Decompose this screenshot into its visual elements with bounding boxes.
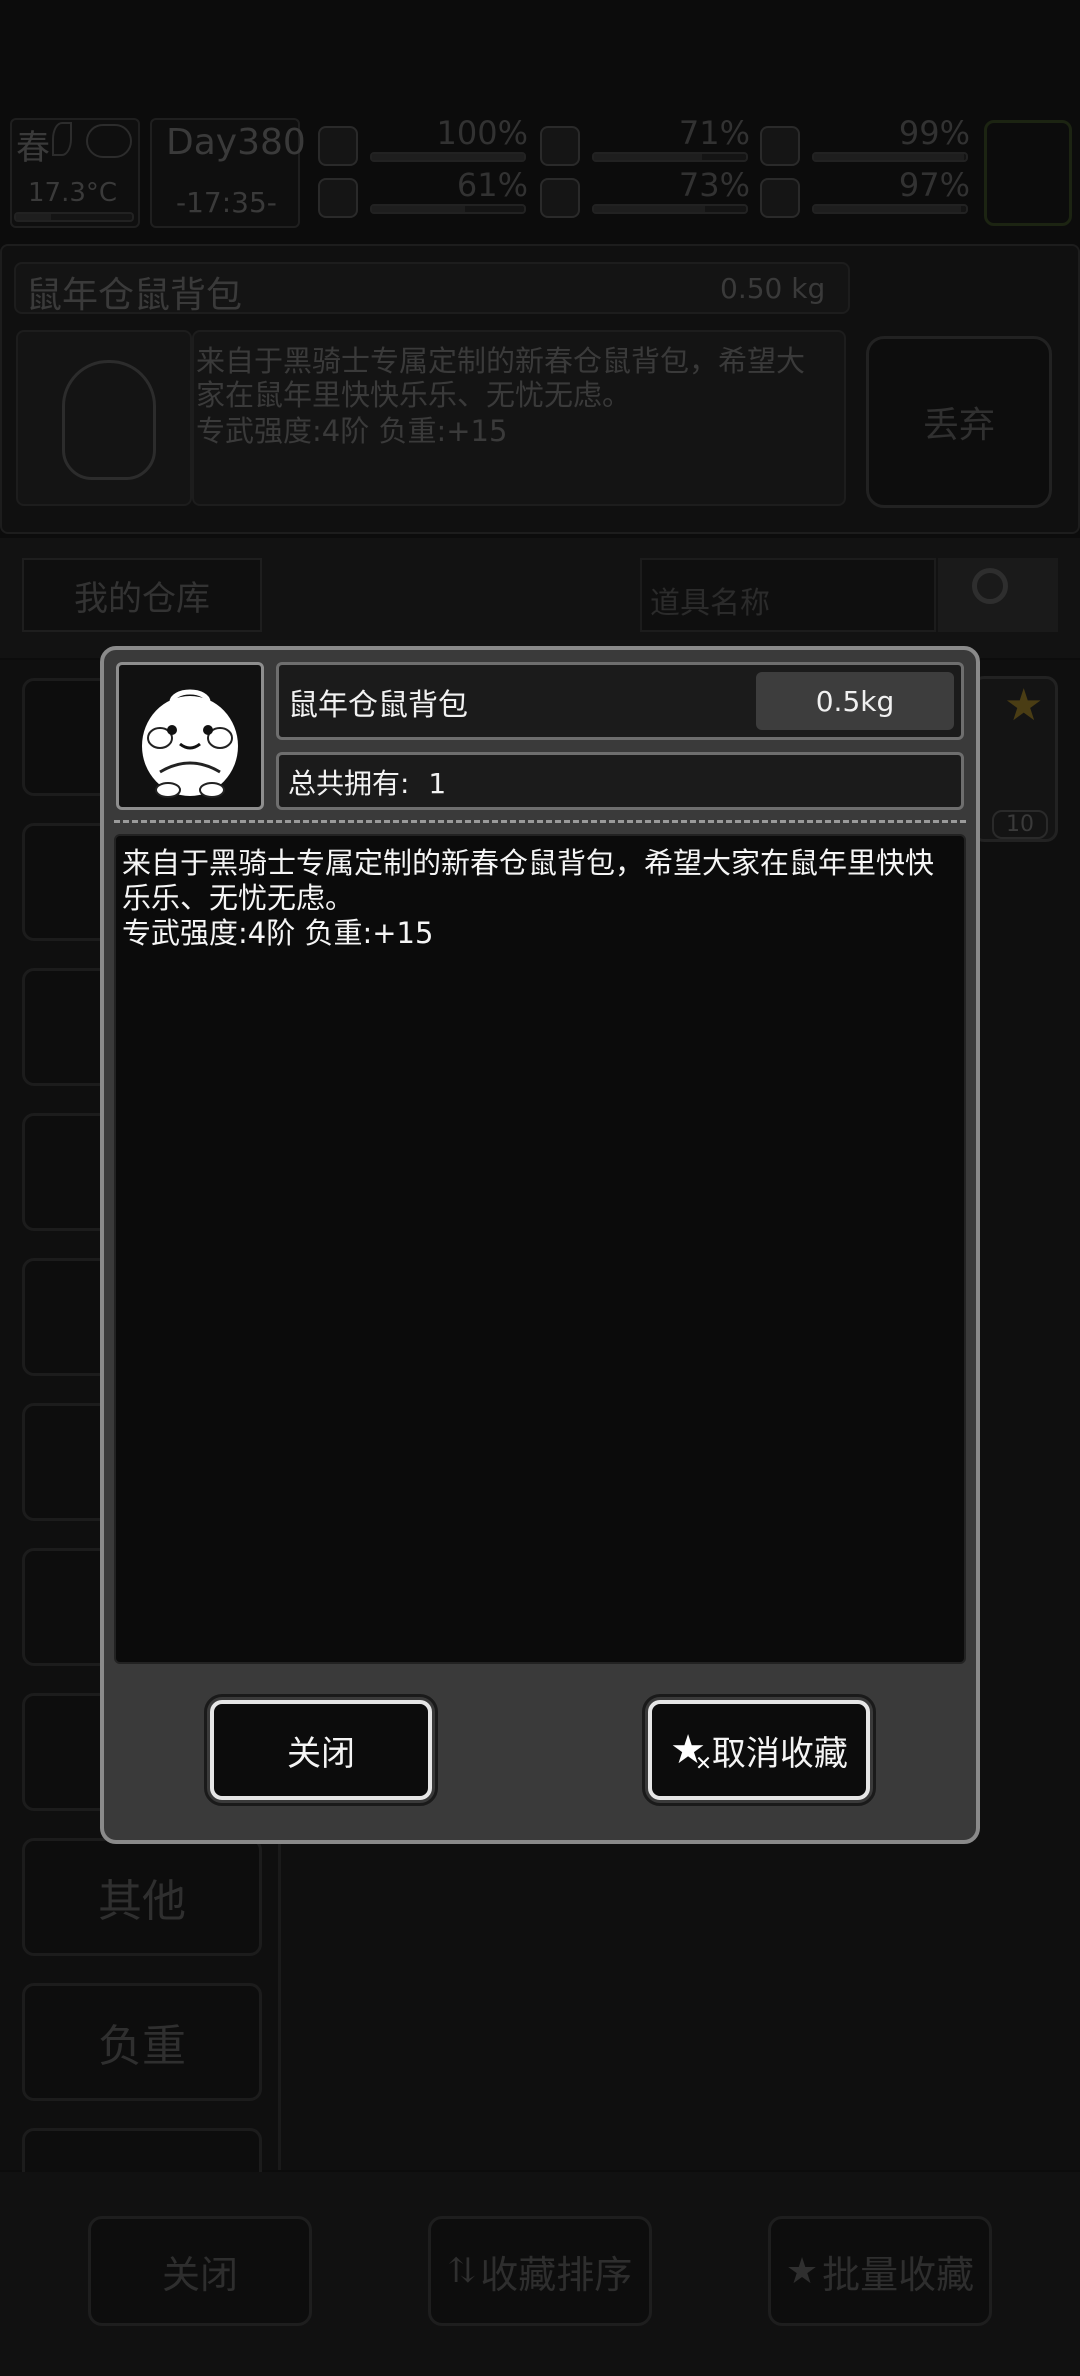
stat-value: 100%: [436, 114, 528, 152]
search-input[interactable]: 道具名称: [640, 558, 936, 632]
batch-favorite-button[interactable]: ★ 批量收藏: [768, 2216, 992, 2326]
temperature-bar: [14, 212, 134, 222]
tab-my-warehouse[interactable]: 我的仓库: [22, 558, 262, 632]
dialog-close-button[interactable]: 关闭: [204, 1694, 438, 1806]
bottom-close-button[interactable]: 关闭: [88, 2216, 312, 2326]
sidebar-category[interactable]: 负重: [22, 1983, 262, 2101]
stomach-icon: [540, 126, 580, 166]
favorite-sort-label: 收藏排序: [480, 2252, 633, 2297]
stat-bar-fill: [814, 154, 965, 160]
season-label: 春: [16, 128, 50, 168]
sort-arrows-icon: ⇅: [447, 2251, 477, 2291]
dialog-item-weight: 0.5kg: [756, 672, 954, 730]
batch-favorite-label: 批量收藏: [822, 2252, 975, 2297]
stat-bar: [592, 204, 748, 214]
item-name: 鼠年仓鼠背包: [26, 275, 243, 316]
sidebar-category[interactable]: 其他: [22, 1838, 262, 1956]
dialog-owned-label: 总共拥有: 1: [288, 762, 446, 802]
boot-icon: [318, 178, 358, 218]
owned-count: 1: [428, 767, 447, 800]
item-stats-line: 专武强度:4阶 负重:+15: [196, 414, 508, 448]
item-count-badge: 10: [992, 810, 1048, 839]
dialog-item-name: 鼠年仓鼠背包: [288, 688, 468, 723]
stat-bar-fill: [594, 206, 705, 212]
weather-cloud-icon: [86, 124, 132, 158]
water-drop-icon: [540, 178, 580, 218]
hamster-backpack-icon: [142, 689, 238, 798]
hamster-backpack-icon: [62, 360, 156, 480]
temperature-label: 17.3°C: [28, 178, 118, 208]
heart-icon: [760, 178, 800, 218]
stat-value: 99%: [898, 114, 970, 152]
favorite-sort-button[interactable]: ⇅ 收藏排序: [428, 2216, 652, 2326]
unfavorite-button[interactable]: ★ ✕ 取消收藏: [642, 1694, 876, 1806]
time-label: -17:35-: [176, 186, 277, 219]
pill-icon: [760, 126, 800, 166]
equipment-slot[interactable]: [984, 120, 1072, 226]
owned-label: 总共拥有:: [288, 767, 410, 800]
stat-bar-fill: [594, 154, 702, 160]
stat-value: 97%: [898, 166, 970, 204]
star-remove-icon: ★ ✕: [670, 1727, 712, 1775]
stat-bar: [370, 204, 526, 214]
stat-bar: [812, 152, 968, 162]
stat-value: 61%: [456, 166, 528, 204]
stat-bar: [370, 152, 526, 162]
stat-value: 73%: [678, 166, 750, 204]
search-icon: [972, 568, 1008, 604]
dialog-description-box: [114, 834, 966, 1664]
stat-value: 71%: [678, 114, 750, 152]
stat-bar: [812, 204, 968, 214]
stat-bar-fill: [372, 206, 465, 212]
stat-bar: [592, 152, 748, 162]
item-weight: 0.50 kg: [720, 272, 826, 305]
unfavorite-label: 取消收藏: [711, 1733, 848, 1774]
star-icon: ★: [1004, 680, 1044, 731]
leaf-icon: [52, 122, 72, 156]
star-plus-icon: ★: [785, 2250, 819, 2292]
dialog-dashed-divider: [114, 820, 966, 823]
medkit-icon: [318, 126, 358, 166]
stat-bar-fill: [814, 206, 962, 212]
dialog-stats-line: 专武强度:4阶 负重:+15: [122, 916, 434, 950]
day-label: Day380: [166, 122, 306, 163]
stat-bar-fill: [372, 154, 524, 160]
discard-button[interactable]: 丢弃: [866, 336, 1052, 508]
